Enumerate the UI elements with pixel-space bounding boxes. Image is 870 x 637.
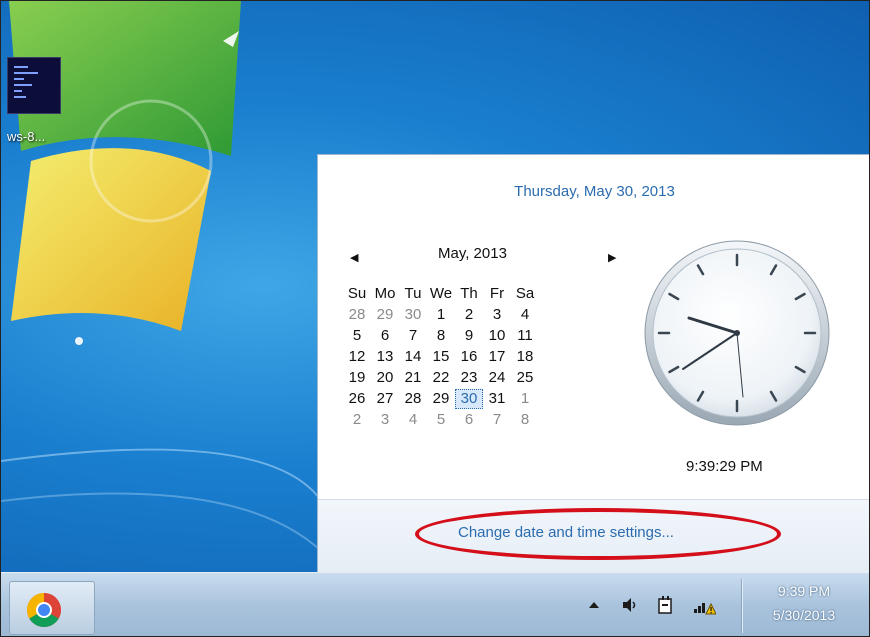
network-warning-icon[interactable]: [691, 593, 717, 617]
analog-clock-icon: [644, 240, 830, 426]
calendar-day[interactable]: 26: [343, 388, 371, 409]
calendar-day[interactable]: 6: [371, 325, 399, 346]
calendar-day[interactable]: 3: [371, 409, 399, 430]
weekday-header: We: [429, 285, 453, 302]
digital-time: 9:39:29 PM: [686, 458, 763, 475]
calendar-day[interactable]: 2: [343, 409, 371, 430]
calendar-day[interactable]: 29: [427, 388, 455, 409]
show-hidden-icons-icon[interactable]: [585, 593, 603, 617]
next-month-button[interactable]: ▶: [608, 251, 616, 264]
selected-day-label: 30: [455, 388, 483, 409]
tray-clock-time[interactable]: 9:39 PM: [751, 583, 857, 599]
calendar-day[interactable]: 8: [511, 409, 539, 430]
calendar-day[interactable]: 7: [483, 409, 511, 430]
calendar-day[interactable]: 8: [427, 325, 455, 346]
calendar-day[interactable]: 25: [511, 367, 539, 388]
calendar-day[interactable]: 28: [343, 304, 371, 325]
calendar-day[interactable]: 17: [483, 346, 511, 367]
calendar-day[interactable]: 19: [343, 367, 371, 388]
calendar-day[interactable]: 9: [455, 325, 483, 346]
calendar-day[interactable]: 1: [511, 388, 539, 409]
calendar-day[interactable]: 5: [427, 409, 455, 430]
calendar-grid: Su Mo Tu We Th Fr Sa 28 29 30 1 2 3 4 5 …: [343, 283, 539, 430]
previous-month-button[interactable]: ◀: [350, 251, 358, 264]
weekday-header: Tu: [404, 285, 422, 302]
chrome-taskbar-button[interactable]: [9, 581, 95, 635]
weekday-header: Th: [460, 285, 478, 302]
calendar-day[interactable]: 27: [371, 388, 399, 409]
date-time-flyout: Thursday, May 30, 2013 ◀ May, 2013 ▶ Su …: [317, 154, 869, 574]
calendar-day[interactable]: 30: [399, 304, 427, 325]
long-date-link[interactable]: Thursday, May 30, 2013: [318, 183, 869, 200]
calendar-day[interactable]: 29: [371, 304, 399, 325]
screen: ws-8... Thursday, May 30, 2013 ◀ May, 20…: [0, 0, 870, 637]
tray-clock-date[interactable]: 5/30/2013: [751, 607, 857, 623]
calendar-day-selected[interactable]: 30: [455, 388, 483, 409]
weekday-header: Sa: [515, 285, 535, 302]
taskbar: 9:39 PM 5/30/2013: [1, 572, 869, 636]
calendar-day[interactable]: 31: [483, 388, 511, 409]
calendar-day[interactable]: 16: [455, 346, 483, 367]
calendar-day[interactable]: 14: [399, 346, 427, 367]
weekday-header: Su: [347, 285, 367, 302]
calendar-day[interactable]: 6: [455, 409, 483, 430]
volume-icon[interactable]: [619, 593, 641, 617]
calendar-day[interactable]: 20: [371, 367, 399, 388]
weekday-header: Mo: [374, 285, 396, 302]
calendar-day[interactable]: 22: [427, 367, 455, 388]
chrome-icon: [27, 593, 61, 627]
calendar-day[interactable]: 5: [343, 325, 371, 346]
calendar-day[interactable]: 21: [399, 367, 427, 388]
calendar-day[interactable]: 23: [455, 367, 483, 388]
calendar-day[interactable]: 1: [427, 304, 455, 325]
calendar-day[interactable]: 4: [399, 409, 427, 430]
calendar-day[interactable]: 7: [399, 325, 427, 346]
calendar-day[interactable]: 13: [371, 346, 399, 367]
calendar-day[interactable]: 4: [511, 304, 539, 325]
calendar-day[interactable]: 15: [427, 346, 455, 367]
desktop-shortcut-icon[interactable]: [7, 57, 61, 114]
calendar-day[interactable]: 10: [483, 325, 511, 346]
month-title[interactable]: May, 2013: [438, 245, 507, 262]
calendar-day[interactable]: 18: [511, 346, 539, 367]
calendar-day[interactable]: 3: [483, 304, 511, 325]
weekday-header: Fr: [489, 285, 505, 302]
power-icon[interactable]: [655, 593, 677, 617]
calendar-day[interactable]: 12: [343, 346, 371, 367]
tray-divider: [741, 579, 742, 633]
calendar-day[interactable]: 2: [455, 304, 483, 325]
calendar-day[interactable]: 11: [511, 325, 539, 346]
calendar-day[interactable]: 24: [483, 367, 511, 388]
calendar-day[interactable]: 28: [399, 388, 427, 409]
desktop-shortcut-label[interactable]: ws-8...: [7, 129, 45, 144]
change-date-time-settings-link[interactable]: Change date and time settings...: [458, 524, 674, 541]
